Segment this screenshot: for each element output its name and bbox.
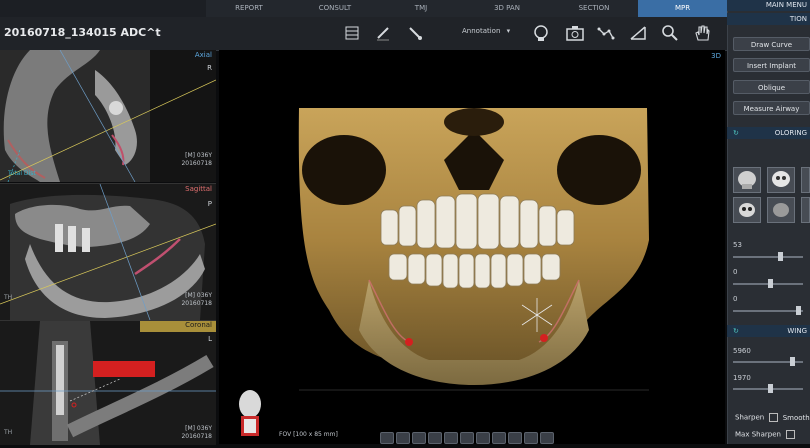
skull-preset-5-icon[interactable] xyxy=(767,197,795,223)
window-width-value: 5960 xyxy=(733,347,751,355)
coronal-viewport[interactable]: Coronal L [M] 036Y 20160718 TH xyxy=(0,320,216,445)
sagittal-info-date: 20160718 xyxy=(181,300,212,307)
coloring-slider-3-handle[interactable] xyxy=(796,306,801,315)
axial-orientation-marker: R xyxy=(207,64,212,72)
window-width-handle[interactable] xyxy=(790,357,795,366)
refresh-icon[interactable]: ↻ xyxy=(733,325,739,337)
section-header: TION xyxy=(727,13,810,25)
render-preset-2-icon[interactable] xyxy=(396,432,410,444)
coronal-thickness-label: TH xyxy=(4,429,13,436)
layout-grid-icon[interactable] xyxy=(341,22,363,44)
tab-tmj[interactable]: TMJ xyxy=(378,0,465,17)
sharpen-option[interactable]: Sharpen Smooth xyxy=(735,413,810,422)
coloring-header: ↻ OLORING xyxy=(727,127,810,139)
smooth-label: Smooth xyxy=(782,413,810,422)
render-preset-3-icon[interactable] xyxy=(412,432,426,444)
tab-3d-pan[interactable]: 3D PAN xyxy=(464,0,551,17)
max-sharpen-option[interactable]: Max Sharpen xyxy=(735,430,796,439)
draw-curve-button[interactable]: Draw Curve xyxy=(733,37,810,51)
axial-info-age: [M] 036Y xyxy=(185,152,212,159)
coronal-info-date: 20160718 xyxy=(181,433,212,440)
tab-section[interactable]: SECTION xyxy=(550,0,639,17)
render-preset-5-icon[interactable] xyxy=(444,432,458,444)
render-preset-4-icon[interactable] xyxy=(428,432,442,444)
max-sharpen-checkbox[interactable] xyxy=(786,430,796,439)
pen-icon[interactable] xyxy=(372,22,394,44)
sharpen-label: Sharpen xyxy=(735,413,765,422)
windowing-header: ↻ WING xyxy=(727,325,810,337)
axial-viewport[interactable]: Axial R [M] 036Y 20160718 Total Dist xyxy=(0,50,216,182)
render-preset-8-icon[interactable] xyxy=(492,432,506,444)
coloring-slider-1-value: 53 xyxy=(733,241,742,249)
render-preset-9-icon[interactable] xyxy=(508,432,522,444)
sagittal-thickness-label: TH xyxy=(4,294,13,301)
tab-consult[interactable]: CONSULT xyxy=(292,0,379,17)
coronal-patient-info: [M] 036Y 20160718 xyxy=(181,425,212,441)
coloring-slider-2-value: 0 xyxy=(733,268,738,276)
coloring-header-label: OLORING xyxy=(774,129,807,137)
sagittal-viewport[interactable]: Sagittal P [M] 036Y 20160718 TH xyxy=(0,183,216,320)
windowing-header-label: WING xyxy=(787,327,807,335)
polyline-icon[interactable] xyxy=(595,22,617,44)
pan-hand-icon[interactable] xyxy=(691,22,713,44)
brush-icon[interactable] xyxy=(404,22,426,44)
3d-volume-viewport[interactable]: 3D FOV [100 x 85 mm] xyxy=(219,50,725,444)
render-preset-6-icon[interactable] xyxy=(460,432,474,444)
main-menu-header[interactable]: MAIN MENU xyxy=(727,0,810,11)
annotation-label: Annotation xyxy=(462,27,501,35)
fov-readout: FOV [100 x 85 mm] xyxy=(279,431,338,438)
sagittal-orientation-marker: P xyxy=(207,200,212,208)
window-level-handle[interactable] xyxy=(768,384,773,393)
patient-title: 20160718_134015 ADC^t xyxy=(4,26,161,39)
axial-measure-label: Total Dist xyxy=(8,170,36,177)
sagittal-label: Sagittal xyxy=(185,185,212,193)
oblique-button[interactable]: Oblique xyxy=(733,80,810,94)
camera-icon[interactable] xyxy=(564,22,586,44)
max-sharpen-label: Max Sharpen xyxy=(735,430,781,439)
tab-report[interactable]: REPORT xyxy=(206,0,293,17)
skull-preset-3-icon[interactable] xyxy=(801,167,810,193)
render-preset-10-icon[interactable] xyxy=(524,432,538,444)
coloring-slider-3-value: 0 xyxy=(733,295,738,303)
coloring-slider-2-handle[interactable] xyxy=(768,279,773,288)
skull-preset-4-icon[interactable] xyxy=(733,197,761,223)
axial-patient-info: [M] 036Y 20160718 xyxy=(181,152,212,168)
window-level-value: 1970 xyxy=(733,374,751,382)
chevron-down-icon: ▾ xyxy=(506,27,511,35)
render-preset-11-icon[interactable] xyxy=(540,432,554,444)
tab-mpr[interactable]: MPR xyxy=(638,0,728,17)
zoom-icon[interactable] xyxy=(659,22,681,44)
sharpen-checkbox[interactable] xyxy=(769,413,779,422)
head-scan-icon[interactable] xyxy=(530,22,552,44)
view-tab-strip: REPORT CONSULT TMJ 3D PAN SECTION MPR xyxy=(0,0,728,18)
coloring-slider-1-handle[interactable] xyxy=(778,252,783,261)
coronal-label: Coronal xyxy=(185,321,212,329)
coloring-slider-3-track[interactable] xyxy=(733,310,803,312)
skull-preset-1-icon[interactable] xyxy=(733,167,761,193)
insert-implant-button[interactable]: Insert Implant xyxy=(733,58,810,72)
angle-icon[interactable] xyxy=(627,22,649,44)
annotation-dropdown[interactable]: Annotation ▾ xyxy=(462,27,510,35)
coronal-orientation-marker: L xyxy=(208,335,212,343)
skull-preset-2-icon[interactable] xyxy=(767,167,795,193)
coloring-slider-1-track[interactable] xyxy=(733,256,803,258)
sagittal-info-age: [M] 036Y xyxy=(185,292,212,299)
orientation-head-icon[interactable] xyxy=(235,386,265,442)
skull-preset-6-icon[interactable] xyxy=(801,197,810,223)
coronal-info-age: [M] 036Y xyxy=(185,425,212,432)
refresh-icon[interactable]: ↻ xyxy=(733,127,739,139)
measure-airway-button[interactable]: Measure Airway xyxy=(733,101,810,115)
axial-label: Axial xyxy=(194,51,212,59)
sagittal-patient-info: [M] 036Y 20160718 xyxy=(181,292,212,308)
render-preset-7-icon[interactable] xyxy=(476,432,490,444)
3d-view-label: 3D xyxy=(711,52,721,60)
axial-info-date: 20160718 xyxy=(181,160,212,167)
render-preset-1-icon[interactable] xyxy=(380,432,394,444)
3d-skull-render xyxy=(298,108,649,391)
